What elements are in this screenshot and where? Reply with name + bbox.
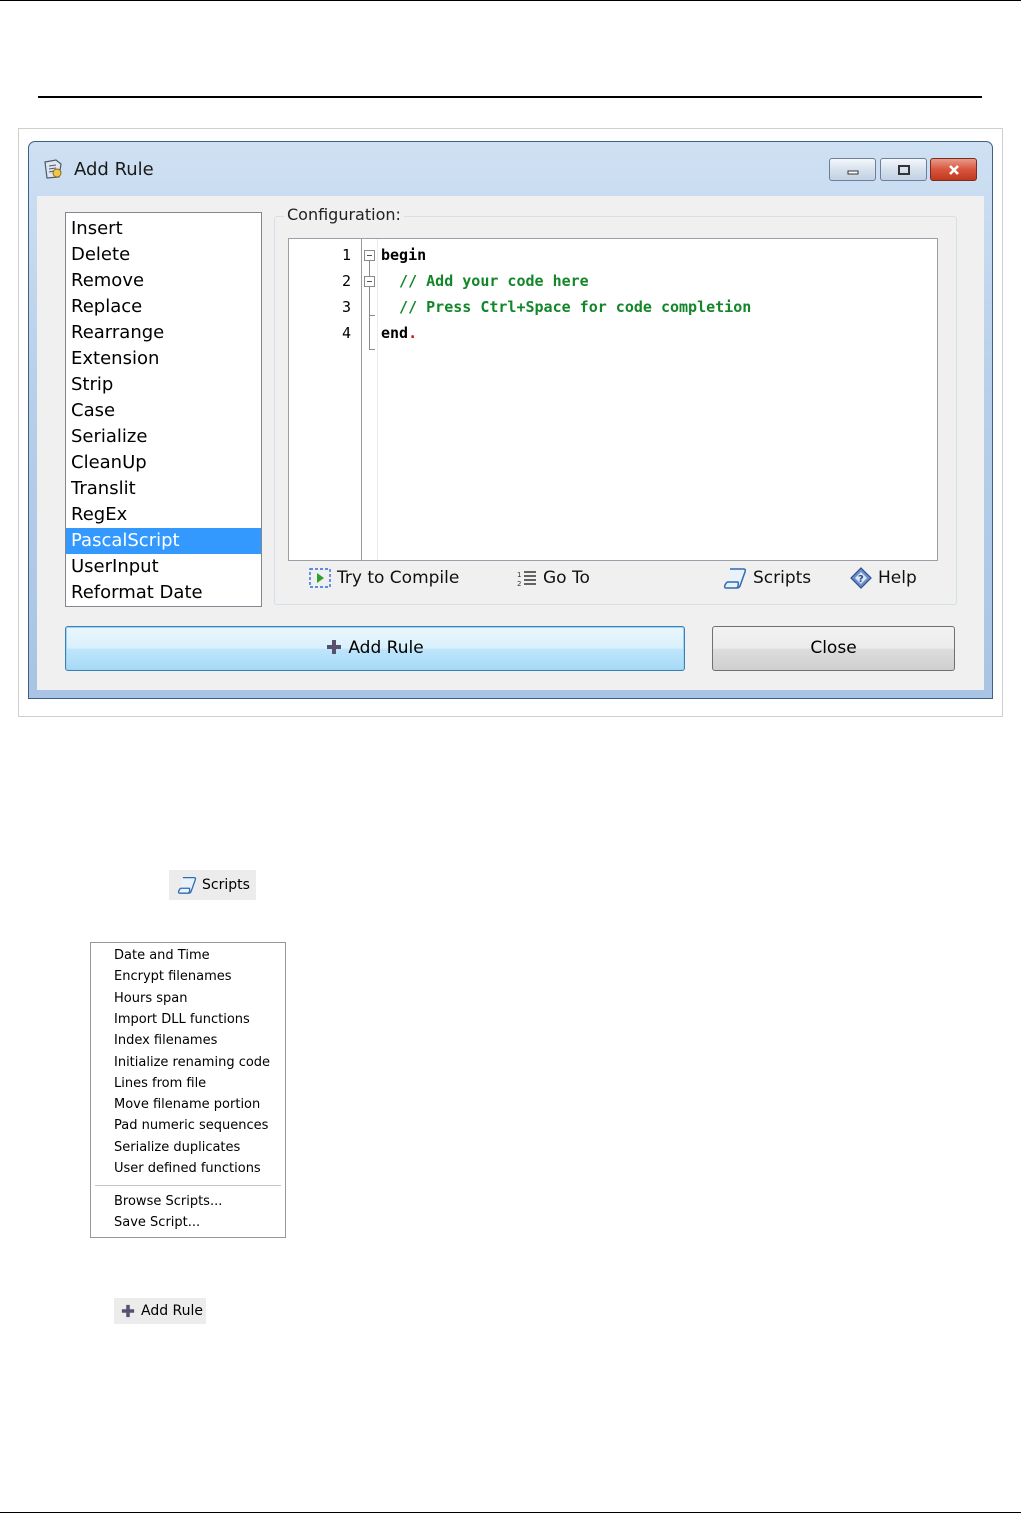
rule-list-item[interactable]: Delete: [66, 242, 261, 268]
scripts-menu-item[interactable]: Hours span: [114, 991, 187, 1006]
fold-line: [369, 315, 375, 316]
svg-text:?: ?: [858, 574, 864, 585]
scripts-menu-item[interactable]: Pad numeric sequences: [114, 1118, 268, 1133]
code-editor[interactable]: 1 begin 2 // Add your code here 3 // Pre…: [288, 238, 938, 561]
title-bar[interactable]: Add Rule: [29, 142, 992, 196]
rule-list-item[interactable]: Extension: [66, 346, 261, 372]
close-label: Close: [810, 638, 857, 658]
code-comment: // Add your code here: [381, 272, 589, 290]
rule-list-item[interactable]: Strip: [66, 372, 261, 398]
scripts-menu-item[interactable]: User defined functions: [114, 1161, 261, 1176]
add-rule-snippet-label: Add Rule: [141, 1303, 204, 1319]
line-number: 1: [341, 246, 351, 264]
plus-icon: [121, 1304, 135, 1318]
scripts-button[interactable]: Scripts: [723, 564, 811, 592]
window-close-button[interactable]: [930, 158, 977, 181]
scripts-menu-item[interactable]: Initialize renaming code: [114, 1055, 270, 1070]
maximize-icon: [897, 164, 910, 175]
rule-list-item[interactable]: Insert: [66, 216, 261, 242]
code-line: 1 begin: [289, 242, 937, 268]
scripts-menu-item[interactable]: Move filename portion: [114, 1097, 260, 1112]
svg-text:1: 1: [517, 571, 521, 579]
minimize-button[interactable]: [829, 158, 876, 181]
minimize-icon: [847, 170, 858, 174]
compile-label: Try to Compile: [337, 568, 460, 588]
scripts-label: Scripts: [753, 568, 812, 588]
code-text: begin: [381, 246, 427, 264]
fold-toggle-icon[interactable]: [364, 250, 375, 261]
configuration-label: Configuration:: [284, 205, 404, 224]
scroll-icon: [177, 876, 197, 894]
page-bottom-rule: [0, 1512, 1021, 1513]
scripts-snippet-label: Scripts: [202, 877, 250, 893]
save-script-menu-item[interactable]: Save Script...: [114, 1215, 200, 1230]
close-button[interactable]: Close: [712, 626, 955, 671]
window-title: Add Rule: [74, 159, 154, 180]
rules-listbox[interactable]: Insert Delete Remove Replace Rearrange Extens…: [65, 212, 262, 607]
rule-list-item[interactable]: Remove: [66, 268, 261, 294]
fold-toggle-icon[interactable]: [364, 276, 375, 287]
rule-list-item[interactable]: UserInput: [66, 554, 261, 580]
code-comment: // Press Ctrl+Space for code completion: [381, 298, 752, 316]
rule-list-item[interactable]: Reformat Date: [66, 580, 261, 606]
code-line: 3 // Press Ctrl+Space for code completio…: [289, 294, 937, 320]
rule-app-icon: [44, 159, 62, 179]
maximize-button[interactable]: [880, 158, 927, 181]
code-text: end.: [381, 320, 417, 346]
scripts-menu-item[interactable]: Date and Time: [114, 948, 210, 963]
go-to-button[interactable]: 1 2 Go To: [517, 564, 590, 592]
rule-list-item[interactable]: Case: [66, 398, 261, 424]
help-label: Help: [878, 568, 917, 588]
compile-icon: [309, 568, 331, 588]
scroll-icon: [723, 568, 747, 589]
try-to-compile-button[interactable]: Try to Compile: [309, 564, 459, 592]
end-keyword: end: [381, 324, 409, 342]
dialog-client-area: Insert Delete Remove Replace Rearrange Extens…: [37, 196, 984, 690]
rule-list-item[interactable]: Serialize: [66, 424, 261, 450]
help-button[interactable]: ? Help: [850, 564, 917, 592]
line-number: 4: [341, 324, 351, 342]
plus-icon: [327, 640, 342, 654]
scripts-menu-item[interactable]: Index filenames: [114, 1033, 217, 1048]
goto-icon: 1 2: [517, 571, 536, 587]
code-line: 4 end.: [289, 320, 937, 346]
fold-line: [369, 349, 375, 350]
browse-scripts-menu-item[interactable]: Browse Scripts...: [114, 1194, 222, 1209]
rule-list-item[interactable]: RegEx: [66, 502, 261, 528]
rule-list-item[interactable]: Translit: [66, 476, 261, 502]
scripts-menu-item[interactable]: Import DLL functions: [114, 1012, 250, 1027]
scripts-menu-item[interactable]: Encrypt filenames: [114, 969, 232, 984]
add-rule-label: Add Rule: [348, 638, 424, 658]
scripts-menu: Date and Time Encrypt filenames Hours span…: [90, 942, 286, 1238]
menu-separator: [95, 1185, 281, 1186]
page-top-rule: [0, 0, 1021, 1]
add-rule-button[interactable]: Add Rule: [65, 626, 685, 671]
svg-text:2: 2: [517, 580, 521, 587]
line-number: 2: [341, 272, 351, 290]
close-icon: [948, 164, 959, 175]
help-icon: ?: [850, 567, 872, 589]
rule-list-item[interactable]: Replace: [66, 294, 261, 320]
header-rule: [38, 96, 982, 98]
scripts-button-snippet[interactable]: Scripts: [169, 870, 256, 900]
rule-list-item[interactable]: CleanUp: [66, 450, 261, 476]
rule-list-item[interactable]: Rearrange: [66, 320, 261, 346]
end-dot: .: [408, 324, 418, 342]
scripts-menu-item[interactable]: Lines from file: [114, 1076, 206, 1091]
add-rule-window: Add Rule Insert Delete Remove Replace Rearra…: [28, 141, 993, 699]
add-rule-button-snippet[interactable]: Add Rule: [114, 1298, 206, 1324]
line-number: 3: [341, 298, 351, 316]
fold-line: [369, 261, 370, 276]
fold-line: [369, 287, 370, 349]
code-line: 2 // Add your code here: [289, 268, 937, 294]
goto-label: Go To: [543, 568, 590, 588]
scripts-menu-item[interactable]: Serialize duplicates: [114, 1140, 240, 1155]
rule-list-item[interactable]: PascalScript: [66, 528, 261, 554]
